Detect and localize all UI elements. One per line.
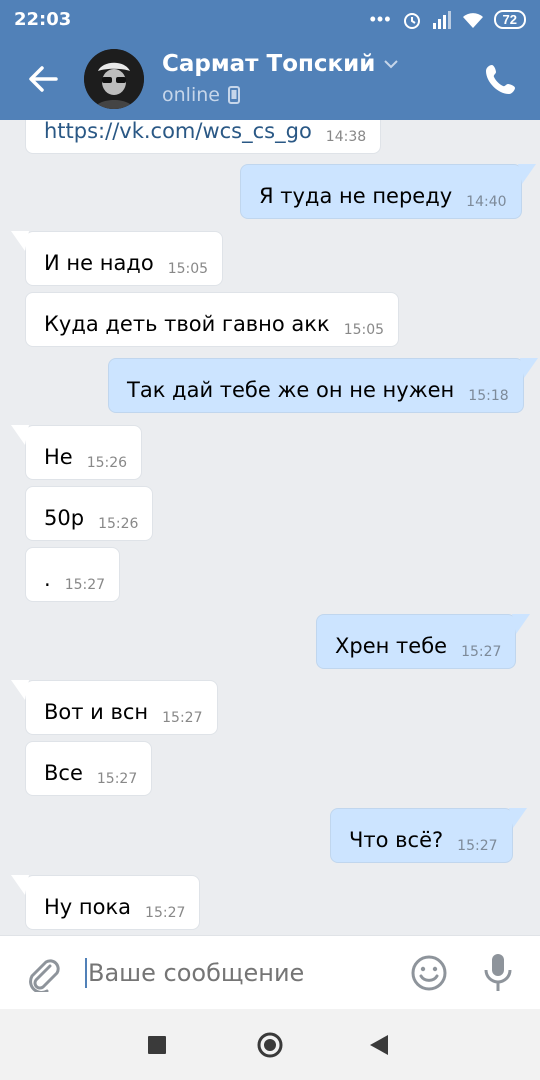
message-time: 15:27: [162, 710, 203, 726]
phone-icon[interactable]: [484, 62, 518, 96]
message-text: Не: [44, 445, 73, 469]
status-icons: ••• 72: [370, 9, 526, 30]
triangle-back-icon[interactable]: [370, 1035, 388, 1055]
circle-icon[interactable]: [256, 1031, 284, 1059]
message-outgoing[interactable]: Так дай тебе же он не нужен 15:18: [108, 358, 538, 413]
message-time: 15:27: [64, 577, 106, 593]
message-input[interactable]: [86, 958, 390, 988]
status-time: 22:03: [14, 9, 72, 30]
chevron-down-icon: [384, 60, 399, 69]
smile-icon[interactable]: [410, 954, 448, 992]
bubble-tail: [512, 614, 531, 634]
message-incoming[interactable]: Куда деть твой гавно акк 15:05: [25, 292, 400, 347]
message-time: 15:27: [96, 771, 138, 787]
microphone-icon[interactable]: [482, 952, 514, 994]
message-outgoing[interactable]: Хрен тебе 15:27: [316, 614, 531, 669]
message-outgoing[interactable]: Что всё? 15:27: [330, 808, 527, 863]
message-link[interactable]: https://vk.com/wcs_cs_go: [44, 120, 312, 143]
message-time: 15:18: [468, 388, 509, 404]
bubble-tail: [517, 164, 536, 184]
wifi-icon: [462, 12, 483, 28]
message-time: 15:27: [145, 905, 186, 921]
message-text: Ну пока: [44, 895, 132, 919]
bubble-tail: [11, 875, 29, 895]
message-time: 15:05: [167, 261, 209, 277]
message-time: 14:40: [466, 194, 507, 210]
arrow-left-icon[interactable]: [26, 62, 60, 96]
message-incoming[interactable]: И не надо 15:05: [11, 231, 224, 286]
presence-text: online: [162, 84, 220, 106]
contact-name: Сармат Топский: [162, 51, 376, 77]
bubble-tail: [508, 808, 527, 828]
message-text: Все: [44, 761, 83, 785]
message-time: 15:27: [461, 644, 502, 660]
message-time: 15:27: [457, 838, 498, 854]
message-time: 15:26: [98, 516, 139, 532]
message-incoming[interactable]: https://vk.com/wcs_cs_go 14:38: [25, 120, 382, 154]
message-text: Куда деть твой гавно акк: [44, 312, 330, 336]
chat-header: Сармат Топский online: [0, 38, 540, 120]
message-outgoing[interactable]: Я туда не переду 14:40: [240, 164, 536, 219]
message-list[interactable]: https://vk.com/wcs_cs_go 14:38 Я туда не …: [0, 120, 540, 935]
message-incoming[interactable]: Вот и всн 15:27: [11, 680, 218, 735]
message-incoming[interactable]: 50р 15:26: [25, 486, 154, 541]
presence-status: online: [162, 84, 240, 106]
avatar[interactable]: [84, 49, 144, 109]
message-incoming[interactable]: Все 15:27: [25, 741, 153, 796]
alarm-icon: [403, 12, 420, 29]
message-time: 15:05: [343, 322, 385, 338]
system-nav-bar: [0, 1009, 540, 1080]
message-incoming[interactable]: . 15:27: [25, 547, 121, 602]
bubble-tail: [11, 680, 29, 700]
message-time: 15:26: [86, 455, 128, 471]
message-text: И не надо: [44, 251, 154, 275]
status-bar: 22:03 ••• 72: [0, 0, 540, 38]
bubble-tail: [11, 425, 29, 445]
message-text: Я туда не переду: [259, 184, 453, 208]
signal-icon: [432, 10, 451, 29]
paperclip-icon[interactable]: [24, 954, 60, 992]
mobile-device-icon: [227, 86, 240, 104]
contact-name-row[interactable]: Сармат Топский: [162, 51, 399, 77]
message-text: Вот и всн: [44, 700, 149, 724]
message-composer: [0, 935, 540, 1010]
bubble-tail: [519, 358, 538, 378]
message-text: .: [44, 567, 51, 591]
dots-icon: •••: [369, 9, 392, 29]
battery-icon: 72: [493, 10, 526, 29]
message-incoming[interactable]: Ну пока 15:27: [11, 875, 201, 930]
message-text: Что всё?: [349, 828, 444, 852]
message-text: 50р: [44, 506, 85, 530]
message-time: 14:38: [325, 129, 367, 145]
bubble-tail: [11, 231, 29, 251]
message-text: Хрен тебе: [335, 634, 448, 658]
message-incoming[interactable]: Не 15:26: [11, 425, 143, 480]
square-icon[interactable]: [148, 1036, 166, 1054]
message-text: Так дай тебе же он не нужен: [127, 378, 455, 402]
